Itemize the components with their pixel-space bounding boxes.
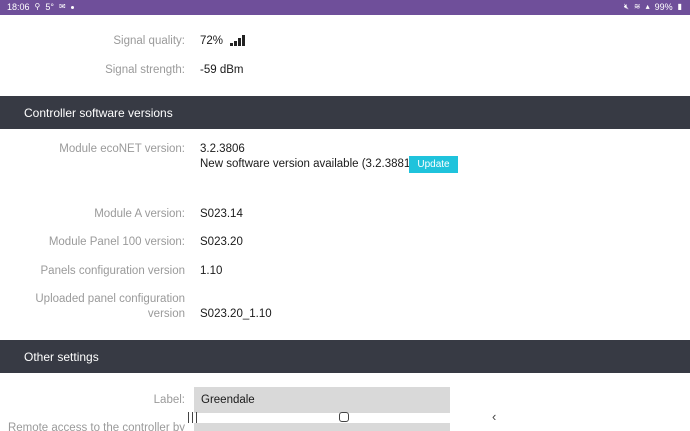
signal-quality-value: 72% bbox=[200, 35, 224, 47]
status-battery: 99% bbox=[654, 2, 673, 12]
home-icon[interactable] bbox=[339, 412, 349, 422]
recents-icon[interactable] bbox=[188, 412, 198, 423]
battery-icon: ▮ bbox=[677, 2, 682, 11]
module-a-label: Module A version: bbox=[94, 208, 185, 220]
mute-icon: 🔇︎ bbox=[623, 2, 629, 11]
back-icon[interactable]: ‹ bbox=[492, 409, 496, 424]
econet-version-value: 3.2.3806 bbox=[200, 143, 245, 155]
status-time: 18:06 bbox=[7, 2, 30, 12]
section-header-other-settings: Other settings bbox=[0, 340, 690, 373]
econet-version-label: Module ecoNET version: bbox=[59, 143, 185, 155]
label-field-label: Label: bbox=[153, 394, 185, 406]
panels-config-value: 1.10 bbox=[200, 265, 223, 277]
wifi-icon: ≋ bbox=[633, 2, 641, 11]
uploaded-config-value: S023.20_1.10 bbox=[200, 308, 272, 320]
signal-strength-value: -59 dBm bbox=[200, 64, 244, 76]
panel-100-value: S023.20 bbox=[200, 236, 243, 248]
signal-quality-label: Signal quality: bbox=[113, 35, 185, 47]
module-a-value: S023.14 bbox=[200, 208, 243, 220]
signal-icon: ▴ bbox=[645, 2, 650, 11]
navigation-bar: ‹ bbox=[0, 408, 690, 431]
status-bar: 18:06 ⚲ 5° ✉ 🔇︎ ≋ ▴ 99% ▮ bbox=[0, 0, 690, 15]
signal-strength-label: Signal strength: bbox=[105, 64, 185, 76]
gallery-icon: ⚲ bbox=[34, 2, 41, 11]
panels-config-label: Panels configuration version bbox=[40, 265, 185, 277]
section-title: Controller software versions bbox=[24, 106, 173, 120]
dot-icon bbox=[70, 5, 74, 9]
section-title: Other settings bbox=[24, 350, 99, 364]
signal-bars-icon bbox=[230, 35, 245, 46]
update-button[interactable]: Update bbox=[409, 156, 458, 173]
section-header-controller-versions: Controller software versions bbox=[0, 96, 690, 129]
uploaded-config-label-line2: version bbox=[147, 308, 185, 320]
mail-icon: ✉ bbox=[59, 2, 66, 11]
status-temperature: 5° bbox=[45, 2, 54, 12]
panel-100-label: Module Panel 100 version: bbox=[48, 236, 185, 248]
uploaded-config-label-line1: Uploaded panel configuration bbox=[35, 293, 185, 305]
update-notice: New software version available (3.2.3881… bbox=[200, 158, 415, 170]
